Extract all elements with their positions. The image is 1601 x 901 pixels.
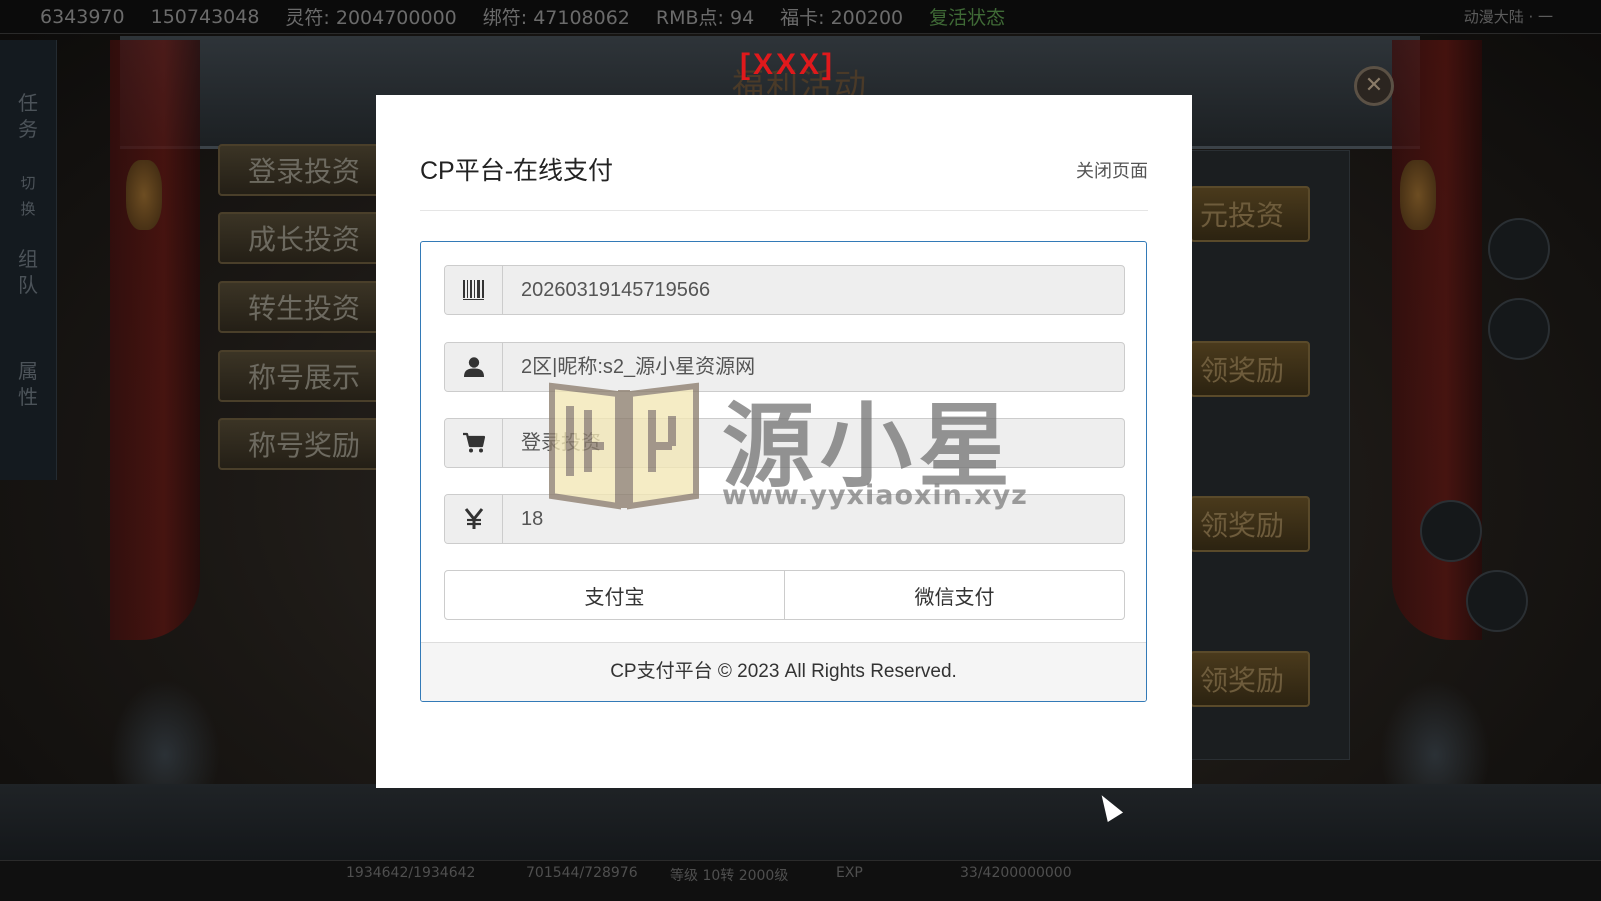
game-side-panel: 任务 切换 组队 属性 [0, 40, 57, 480]
game-close-icon[interactable]: ✕ [1354, 66, 1394, 106]
stat-gold: 6343970 [40, 5, 125, 28]
yen-icon [445, 495, 503, 543]
claim-reward-button-2[interactable]: 领奖励 [1190, 496, 1310, 552]
modal-divider [420, 210, 1148, 211]
hp-readout: 1934642/1934642 [346, 865, 476, 881]
revive-status: 复活状态 [929, 7, 1006, 29]
region-label: 动漫大陆 · 一 [1463, 8, 1553, 26]
red-placeholder-label: [XXX] [740, 48, 836, 81]
claim-reward-button-1[interactable]: 领奖励 [1190, 341, 1310, 397]
barcode-icon [445, 266, 503, 314]
curtain-left [110, 40, 200, 640]
order-number-field[interactable]: 20260319145719566 [444, 265, 1125, 315]
menu-title-reward[interactable]: 称号奖励 [218, 418, 398, 470]
stat-bangfu: 绑符: 47108062 [482, 7, 630, 29]
watermark-book-logo [549, 382, 699, 510]
amount-value: 18 [521, 508, 544, 530]
lantern-right [1400, 160, 1436, 230]
recharge-round-icon[interactable] [1488, 218, 1550, 280]
modal-title: CP平台-在线支付 [420, 157, 614, 185]
right-invest-button[interactable]: 元投资 [1190, 186, 1310, 242]
auto-round-icon[interactable] [1488, 298, 1550, 360]
menu-rebirth-invest[interactable]: 转生投资 [218, 281, 398, 333]
side-tab-team[interactable]: 组队 [14, 246, 42, 298]
menu-login-invest[interactable]: 登录投资 [218, 144, 398, 196]
watermark-url: www.yyxiaoxin.xyz [722, 480, 1028, 511]
exp-label: EXP [836, 865, 863, 881]
menu-growth-invest[interactable]: 成长投资 [218, 212, 398, 264]
side-tab-task[interactable]: 任务 [14, 90, 42, 142]
stat-rmb: RMB点: 94 [655, 7, 755, 29]
menu-title-display[interactable]: 称号展示 [218, 350, 398, 402]
level-readout: 等级 10转 2000级 [670, 868, 789, 884]
payment-method-buttons: 支付宝 微信支付 [444, 570, 1125, 620]
cart-icon [445, 419, 503, 467]
user-icon [445, 343, 503, 391]
skill-round-icon[interactable] [1466, 570, 1528, 632]
game-status-bar: 1934642/1934642 701544/728976 等级 10转 200… [0, 860, 1601, 901]
wechat-pay-button[interactable]: 微信支付 [784, 570, 1125, 620]
attack-round-icon[interactable] [1420, 500, 1482, 562]
lantern-left [126, 160, 162, 230]
order-number-value: 20260319145719566 [521, 279, 711, 301]
close-page-link[interactable]: 关闭页面 [1076, 157, 1148, 183]
screen: 6343970 150743048 灵符: 2004700000 绑符: 471… [0, 0, 1601, 901]
game-bottom-frame [0, 784, 1601, 860]
panel-footer: CP支付平台 © 2023 All Rights Reserved. [421, 642, 1146, 701]
stat-lingfu: 灵符: 2004700000 [285, 7, 457, 29]
stat-silver: 150743048 [150, 5, 260, 28]
stat-fuka: 福卡: 200200 [780, 7, 904, 29]
exp-readout: 33/4200000000 [960, 865, 1072, 881]
side-tab-switch[interactable]: 切换 [14, 170, 42, 222]
game-topbar: 6343970 150743048 灵符: 2004700000 绑符: 471… [0, 0, 1601, 34]
claim-reward-button-3[interactable]: 领奖励 [1190, 651, 1310, 707]
mp-readout: 701544/728976 [526, 865, 638, 881]
alipay-button[interactable]: 支付宝 [444, 570, 785, 620]
side-tab-attr[interactable]: 属性 [14, 358, 42, 410]
